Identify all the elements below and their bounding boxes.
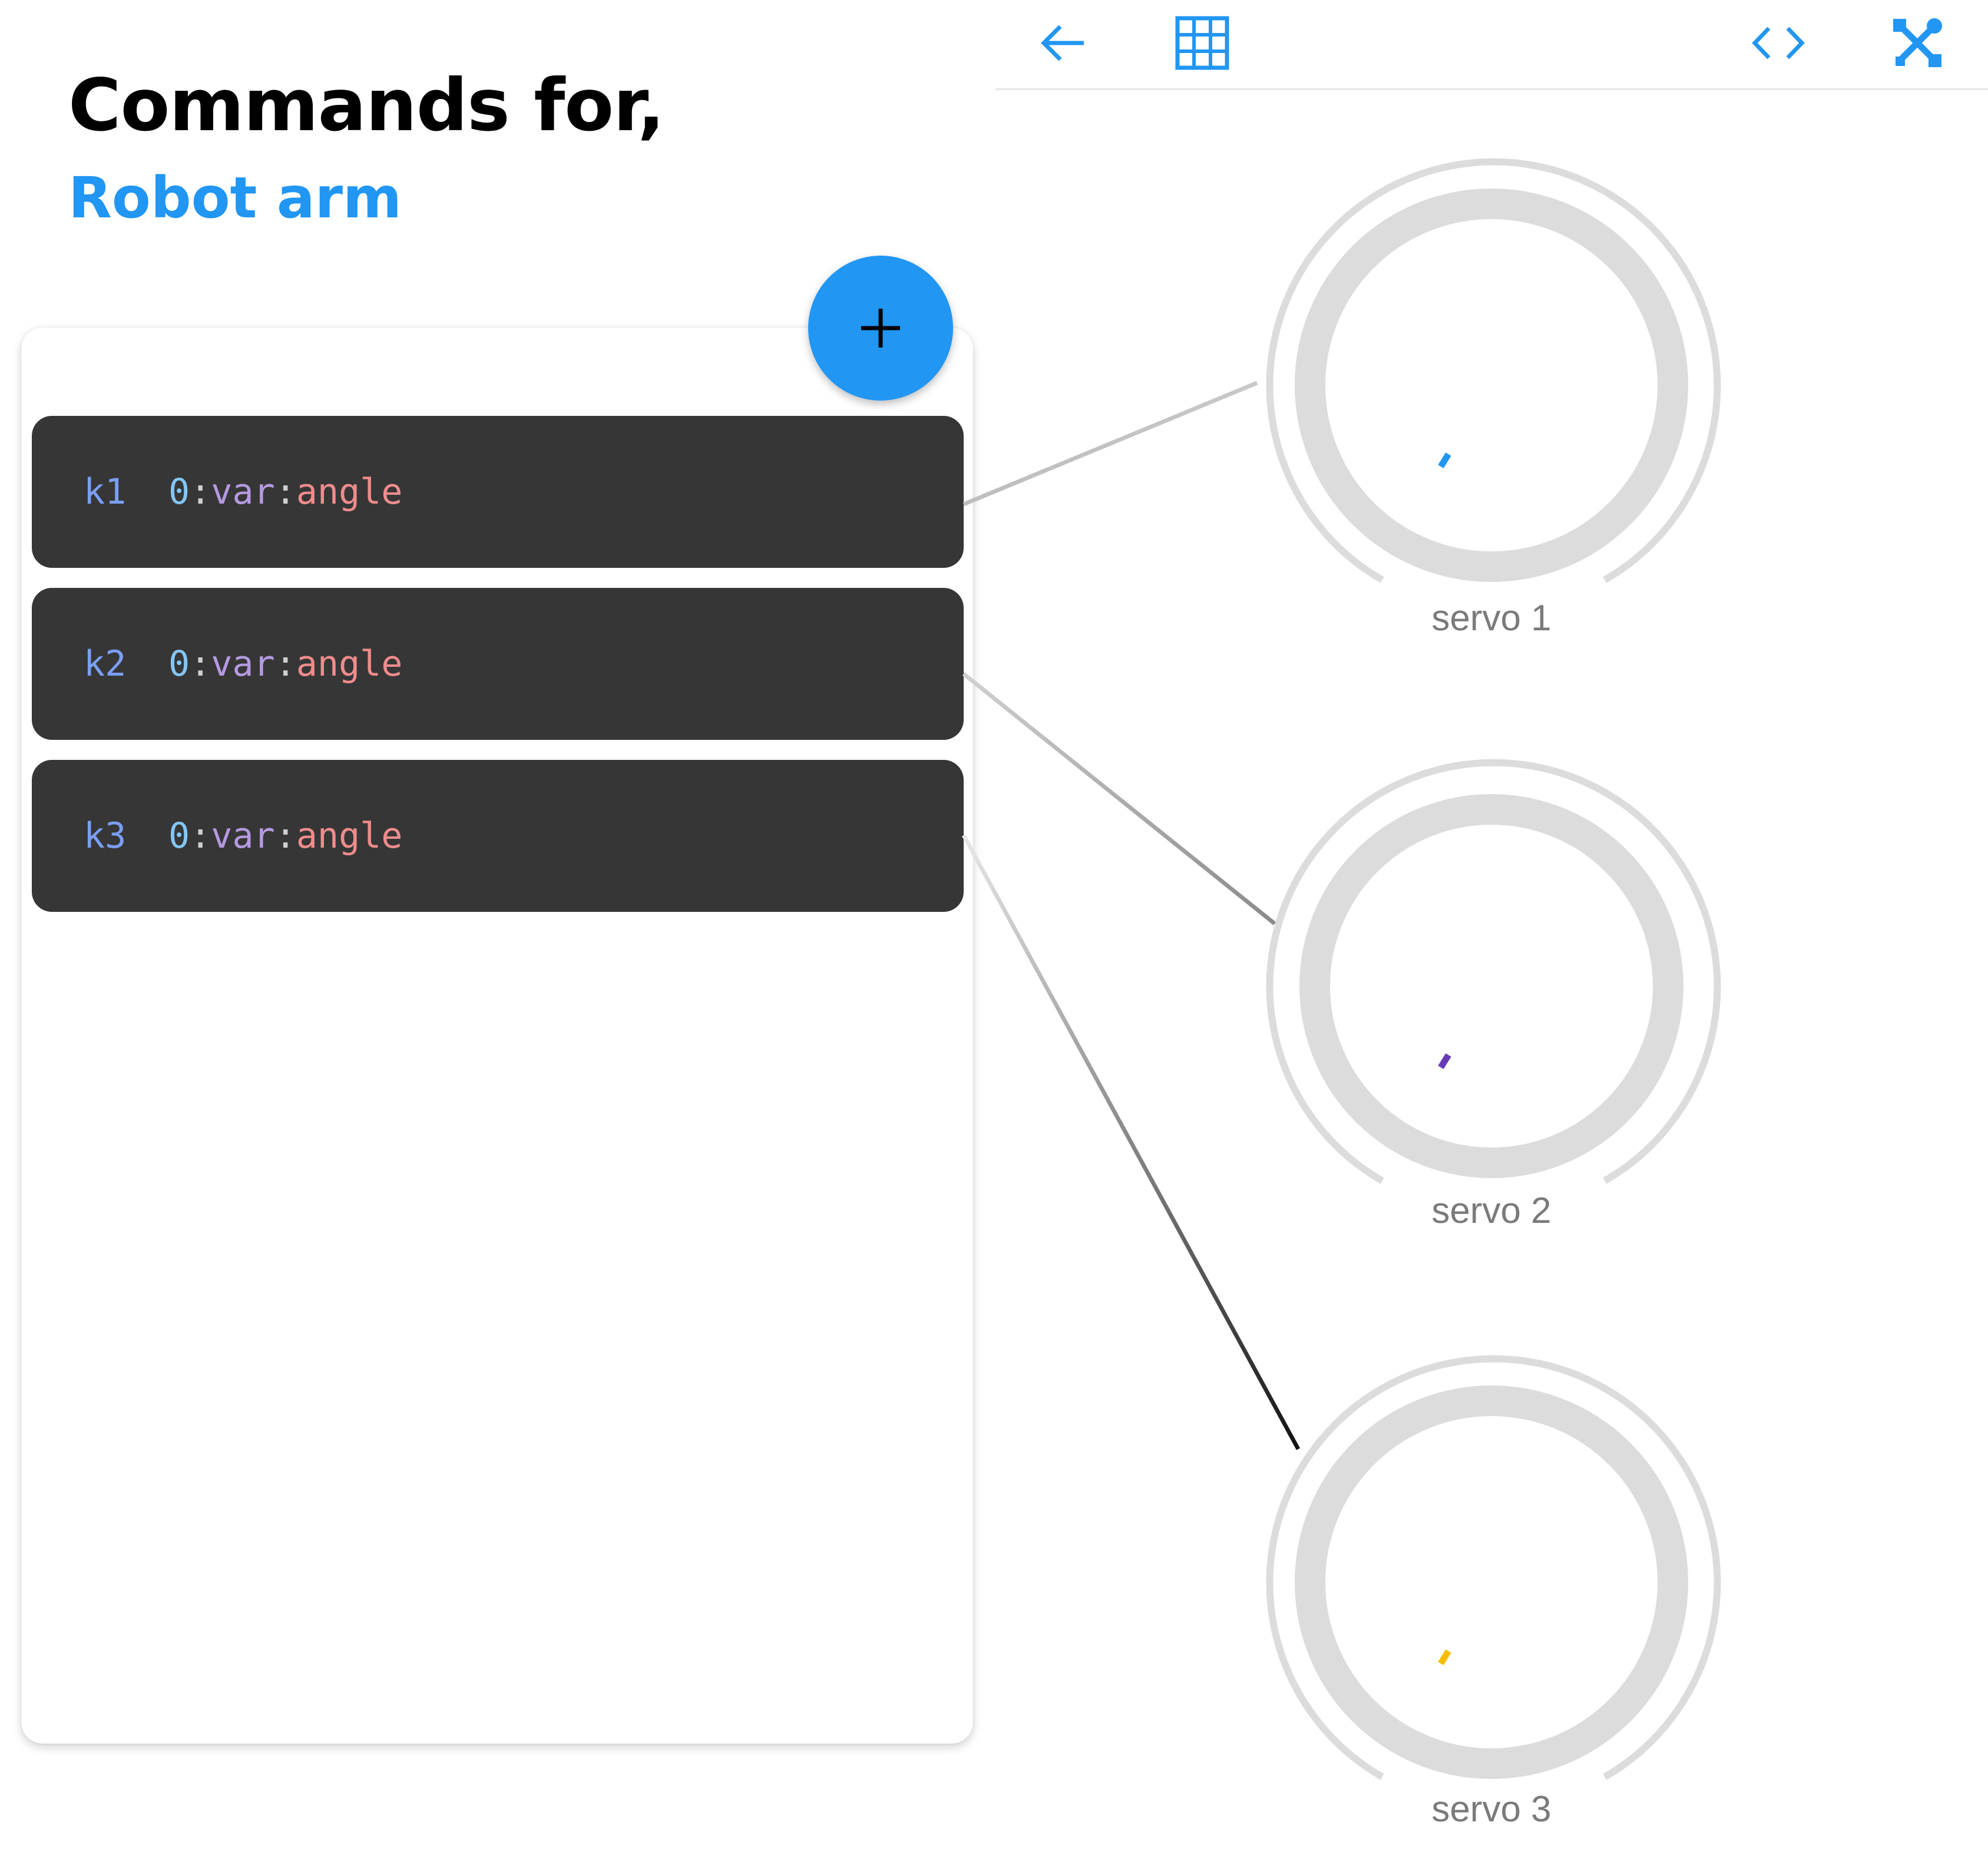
servo-knob-2[interactable]: servo 2 <box>1250 745 1733 1231</box>
knob-indicator <box>1438 1053 1451 1069</box>
knob-dial <box>1266 158 1721 583</box>
knob-outer-arc <box>1266 1355 1721 1780</box>
knob-track <box>1295 1385 1688 1779</box>
command-code: 0:var:angle <box>168 471 402 512</box>
command-variable: angle <box>296 815 403 856</box>
command-index: 0 <box>168 471 190 512</box>
command-card-k2[interactable]: k2 0:var:angle <box>32 588 964 740</box>
knob-outer-arc <box>1266 158 1721 583</box>
knob-indicator <box>1438 1649 1451 1665</box>
device-name: Robot arm <box>68 165 402 231</box>
knob-outer-arc <box>1266 759 1721 1184</box>
knob-dial <box>1266 759 1721 1184</box>
command-separator: : <box>190 643 211 684</box>
code-view-button[interactable] <box>1746 11 1811 75</box>
command-variable: angle <box>296 643 403 684</box>
knob-dial <box>1266 1355 1721 1780</box>
toolbar <box>995 0 1988 90</box>
tools-icon <box>1893 18 1942 67</box>
add-command-button[interactable] <box>808 256 953 401</box>
servo-knob-1[interactable]: servo 1 <box>1250 144 1733 639</box>
connector-k3-servo3 <box>961 834 1301 1450</box>
grid-icon <box>1175 16 1229 70</box>
servo-label: servo 1 <box>1431 598 1552 639</box>
connector-k2-servo2 <box>962 672 1276 925</box>
connector-k1-servo1 <box>962 381 1258 507</box>
command-separator: : <box>274 643 296 684</box>
command-key: k1 <box>84 471 127 512</box>
command-card-k1[interactable]: k1 0:var:angle <box>32 416 964 568</box>
command-key: k3 <box>84 815 127 856</box>
code-icon <box>1752 27 1805 59</box>
command-card-k3[interactable]: k3 0:var:angle <box>32 760 964 912</box>
command-code: 0:var:angle <box>168 815 402 856</box>
command-key: k2 <box>84 643 127 684</box>
command-variable: angle <box>296 471 403 512</box>
servo-label: servo 3 <box>1431 1789 1552 1830</box>
grid-view-button[interactable] <box>1170 11 1235 75</box>
knob-track <box>1295 188 1688 582</box>
command-code: 0:var:angle <box>168 643 402 684</box>
command-kind: var <box>211 643 275 684</box>
command-index: 0 <box>168 815 190 856</box>
command-separator: : <box>274 471 296 512</box>
back-arrow-icon <box>1041 25 1084 61</box>
page-title: Commands for, <box>68 64 665 147</box>
command-index: 0 <box>168 643 190 684</box>
command-separator: : <box>190 815 211 856</box>
knob-indicator <box>1438 452 1451 468</box>
servo-knob-3[interactable]: servo 3 <box>1250 1341 1733 1830</box>
knob-track <box>1299 794 1683 1178</box>
commands-pane: Commands for, Robot arm k1 0:var:angle k… <box>0 0 995 1852</box>
back-button[interactable] <box>1031 11 1096 75</box>
servo-label: servo 2 <box>1431 1190 1552 1231</box>
command-separator: : <box>274 815 296 856</box>
tools-button[interactable] <box>1885 11 1950 75</box>
plus-icon <box>861 309 900 348</box>
command-kind: var <box>211 815 275 856</box>
command-kind: var <box>211 471 275 512</box>
command-separator: : <box>190 471 211 512</box>
